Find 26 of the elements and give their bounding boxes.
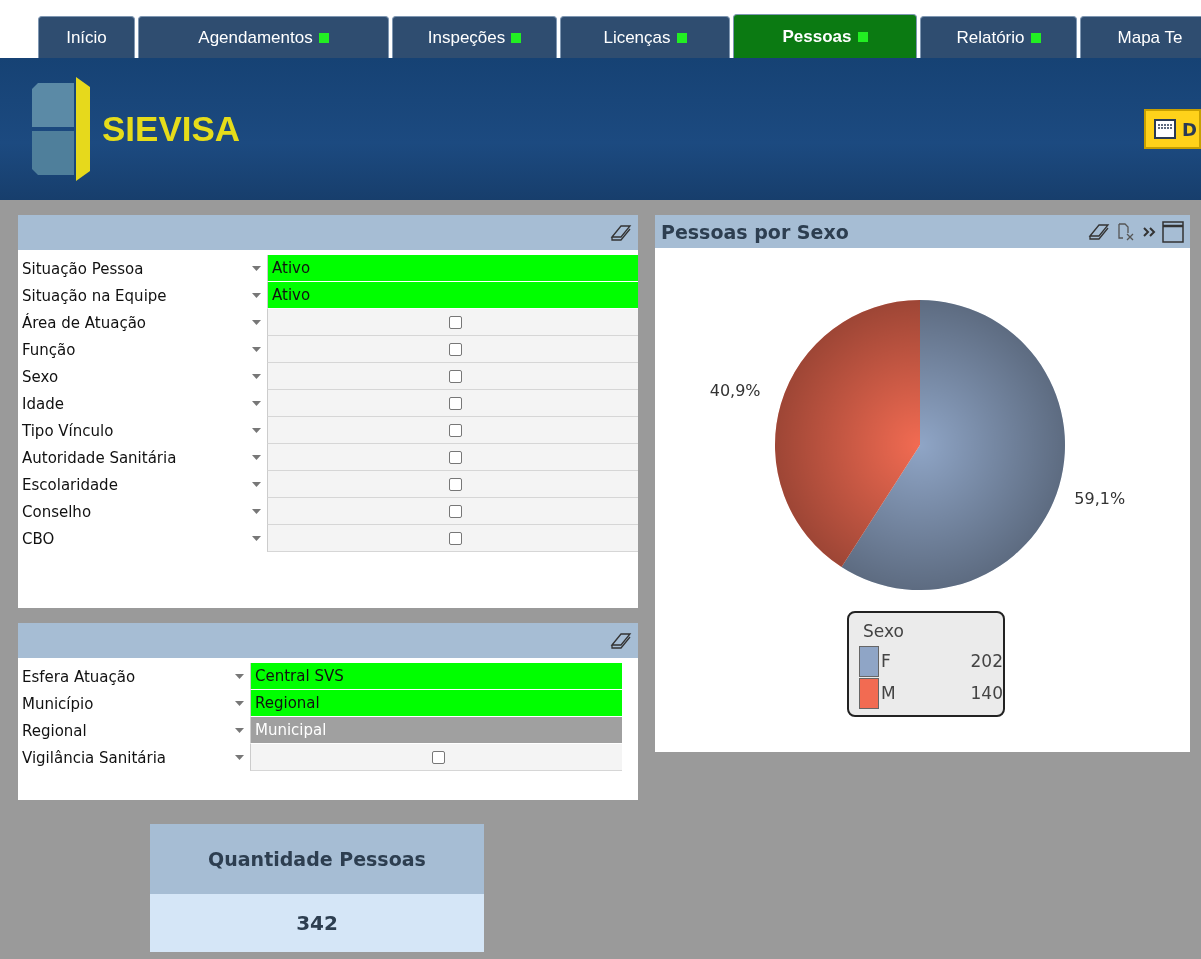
field-label: Situação na Equipe (22, 286, 167, 305)
field-label: Área de Atuação (22, 313, 146, 332)
kpi-value: 342 (150, 894, 484, 952)
percentage-label: 59,1% (1074, 488, 1126, 508)
field-label: Esfera Atuação (22, 667, 136, 686)
chart-title: Pessoas por Sexo (661, 220, 849, 243)
field-label: CBO (22, 529, 55, 548)
field-label: Tipo Vínculo (22, 421, 114, 440)
field-label: Vigilância Sanitária (22, 748, 167, 767)
field-label: Município (22, 694, 94, 713)
field-label: Função (22, 340, 76, 359)
field-label: Situação Pessoa (22, 259, 144, 278)
legend-title: Sexo (862, 621, 905, 641)
field-label: Conselho (22, 502, 92, 521)
field-label: Regional (22, 721, 87, 740)
kpi-title: Quantidade Pessoas (150, 824, 484, 894)
legend-value: 140 (969, 683, 1003, 703)
percentage-label: 40,9% (709, 381, 761, 401)
field-label: Sexo (22, 367, 59, 386)
legend-label: F (881, 651, 892, 671)
field-label: Autoridade Sanitária (22, 448, 177, 467)
legend-value: 202 (969, 651, 1003, 671)
legend-label: M (881, 683, 897, 703)
app-name: SIEVISA (102, 109, 241, 149)
field-label: Idade (22, 394, 64, 413)
field-label: Escolaridade (22, 475, 118, 494)
